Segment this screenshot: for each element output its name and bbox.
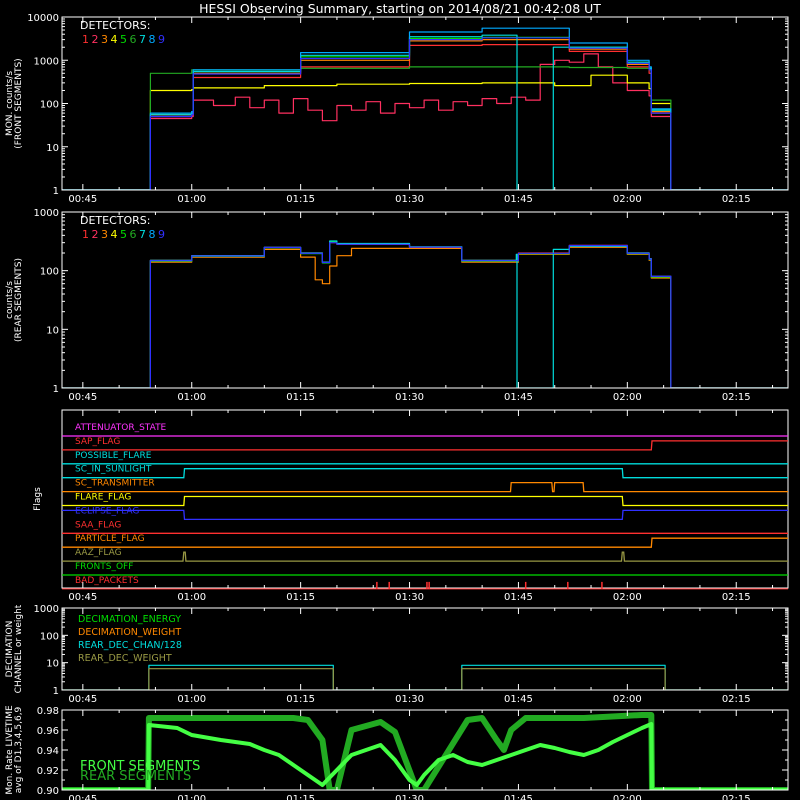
legend-item: REAR SEGMENTS [80, 769, 191, 784]
x-tick-label: 01:00 [177, 392, 206, 403]
x-tick-label: 01:30 [395, 592, 424, 603]
x-tick-label: 02:00 [613, 694, 642, 705]
x-tick-label: 01:45 [504, 694, 533, 705]
y-axis-label: CHANNEL or weight [14, 604, 24, 693]
y-tick-label: 10 [46, 325, 59, 336]
x-tick-label: 01:45 [504, 392, 533, 403]
flag-label: POSSIBLE_FLARE [75, 451, 152, 461]
legend-item-det2: 2 [92, 228, 99, 241]
legend-item-det8: 8 [149, 33, 156, 46]
legend-item-det4: 4 [111, 228, 118, 241]
x-tick-label: 02:15 [722, 392, 751, 403]
y-tick-label: 1000 [34, 208, 59, 219]
x-tick-label: 01:00 [177, 194, 206, 205]
y-tick-label: 100 [40, 267, 59, 278]
legend-item-det5: 5 [120, 33, 127, 46]
legend-item-det1: 1 [82, 228, 89, 241]
legend-item-det3: 3 [101, 228, 108, 241]
x-tick-label: 01:45 [504, 194, 533, 205]
flag-label: ATTENUATOR_STATE [75, 423, 167, 433]
legend-item-det3: 3 [101, 33, 108, 46]
y-tick-label: 1000 [34, 56, 59, 67]
x-tick-label: 01:00 [177, 694, 206, 705]
flag-label: SAP_FLAG [75, 437, 120, 447]
x-tick-label: 01:15 [286, 194, 315, 205]
x-tick-label: 02:15 [722, 194, 751, 205]
legend-item-det2: 2 [92, 33, 99, 46]
x-tick-label: 01:15 [286, 694, 315, 705]
y-axis-label: (FRONT SEGMENTS) [14, 58, 24, 148]
hessi-summary-chart: HESSI Observing Summary, starting on 201… [0, 0, 800, 800]
x-tick-label: 01:45 [504, 592, 533, 603]
flag-label: FRONTS_OFF [75, 562, 133, 572]
y-tick-label: 0.92 [37, 766, 59, 777]
y-tick-label: 10 [46, 659, 59, 670]
x-tick-label: 02:15 [722, 694, 751, 705]
legend-item-det7: 7 [139, 228, 146, 241]
legend-item-det9: 9 [158, 33, 165, 46]
chart-title: HESSI Observing Summary, starting on 201… [199, 1, 601, 16]
y-axis-label: avg of D1,3,4,5,6,9 [14, 706, 24, 793]
x-tick-label: 01:00 [177, 794, 206, 800]
x-tick-label: 01:15 [286, 592, 315, 603]
legend-item: DECIMATION_WEIGHT [78, 627, 181, 638]
x-tick-label: 00:45 [68, 194, 97, 205]
y-tick-label: 0.90 [37, 786, 59, 797]
flag-label: FLARE_FLAG [75, 493, 131, 503]
y-tick-label: 10000 [27, 13, 59, 24]
x-tick-label: 01:15 [286, 794, 315, 800]
legend-item-det6: 6 [130, 33, 137, 46]
y-tick-label: 0.94 [37, 746, 59, 757]
x-tick-label: 01:30 [395, 794, 424, 800]
legend-item-det6: 6 [130, 228, 137, 241]
y-tick-label: 10 [46, 143, 59, 154]
y-tick-label: 0.98 [37, 706, 59, 717]
legend-item: REAR_DEC_WEIGHT [78, 653, 172, 664]
x-tick-label: 02:00 [613, 592, 642, 603]
legend-item-det8: 8 [149, 228, 156, 241]
flag-label: SC_IN_SUNLIGHT [75, 465, 152, 475]
x-tick-label: 00:45 [68, 592, 97, 603]
x-tick-label: 00:45 [68, 392, 97, 403]
x-tick-label: 01:15 [286, 392, 315, 403]
flag-label: PARTICLE_FLAG [75, 534, 145, 544]
x-tick-label: 01:00 [177, 592, 206, 603]
flag-label: SAA_FLAG [75, 520, 121, 530]
x-tick-label: 00:45 [68, 794, 97, 800]
y-tick-label: 1 [53, 686, 59, 697]
x-tick-label: 02:00 [613, 194, 642, 205]
legend-item-det7: 7 [139, 33, 146, 46]
x-tick-label: 02:00 [613, 794, 642, 800]
y-axis-label: Flags [33, 487, 43, 511]
x-tick-label: 02:15 [722, 794, 751, 800]
x-tick-label: 01:30 [395, 392, 424, 403]
y-tick-label: 1 [53, 384, 59, 395]
y-tick-label: 100 [40, 100, 59, 111]
legend-item-det4: 4 [111, 33, 118, 46]
y-tick-label: 1 [53, 186, 59, 197]
x-tick-label: 01:45 [504, 794, 533, 800]
x-tick-label: 01:30 [395, 194, 424, 205]
legend-title: DETECTORS: [80, 214, 150, 227]
legend-item-det5: 5 [120, 228, 127, 241]
legend-title: DETECTORS: [80, 19, 150, 32]
flag-label: AAZ_FLAG [75, 548, 122, 558]
legend-item: REAR_DEC_CHAN/128 [78, 640, 182, 651]
y-tick-label: 1000 [34, 604, 59, 615]
legend-item-det1: 1 [82, 33, 89, 46]
legend-item: DECIMATION_ENERGY [78, 614, 181, 625]
x-tick-label: 01:30 [395, 694, 424, 705]
y-axis-label: (REAR SEGMENTS) [14, 258, 24, 342]
flag-label: BAD_PACKETS [75, 576, 139, 586]
x-tick-label: 02:15 [722, 592, 751, 603]
x-tick-label: 02:00 [613, 392, 642, 403]
x-tick-label: 00:45 [68, 694, 97, 705]
legend-item-det9: 9 [158, 228, 165, 241]
flag-label: SC_TRANSMITTER [75, 479, 155, 489]
y-tick-label: 0.96 [37, 726, 59, 737]
flag-label: ECLIPSE_FLAG [75, 506, 139, 516]
y-tick-label: 100 [40, 631, 59, 642]
